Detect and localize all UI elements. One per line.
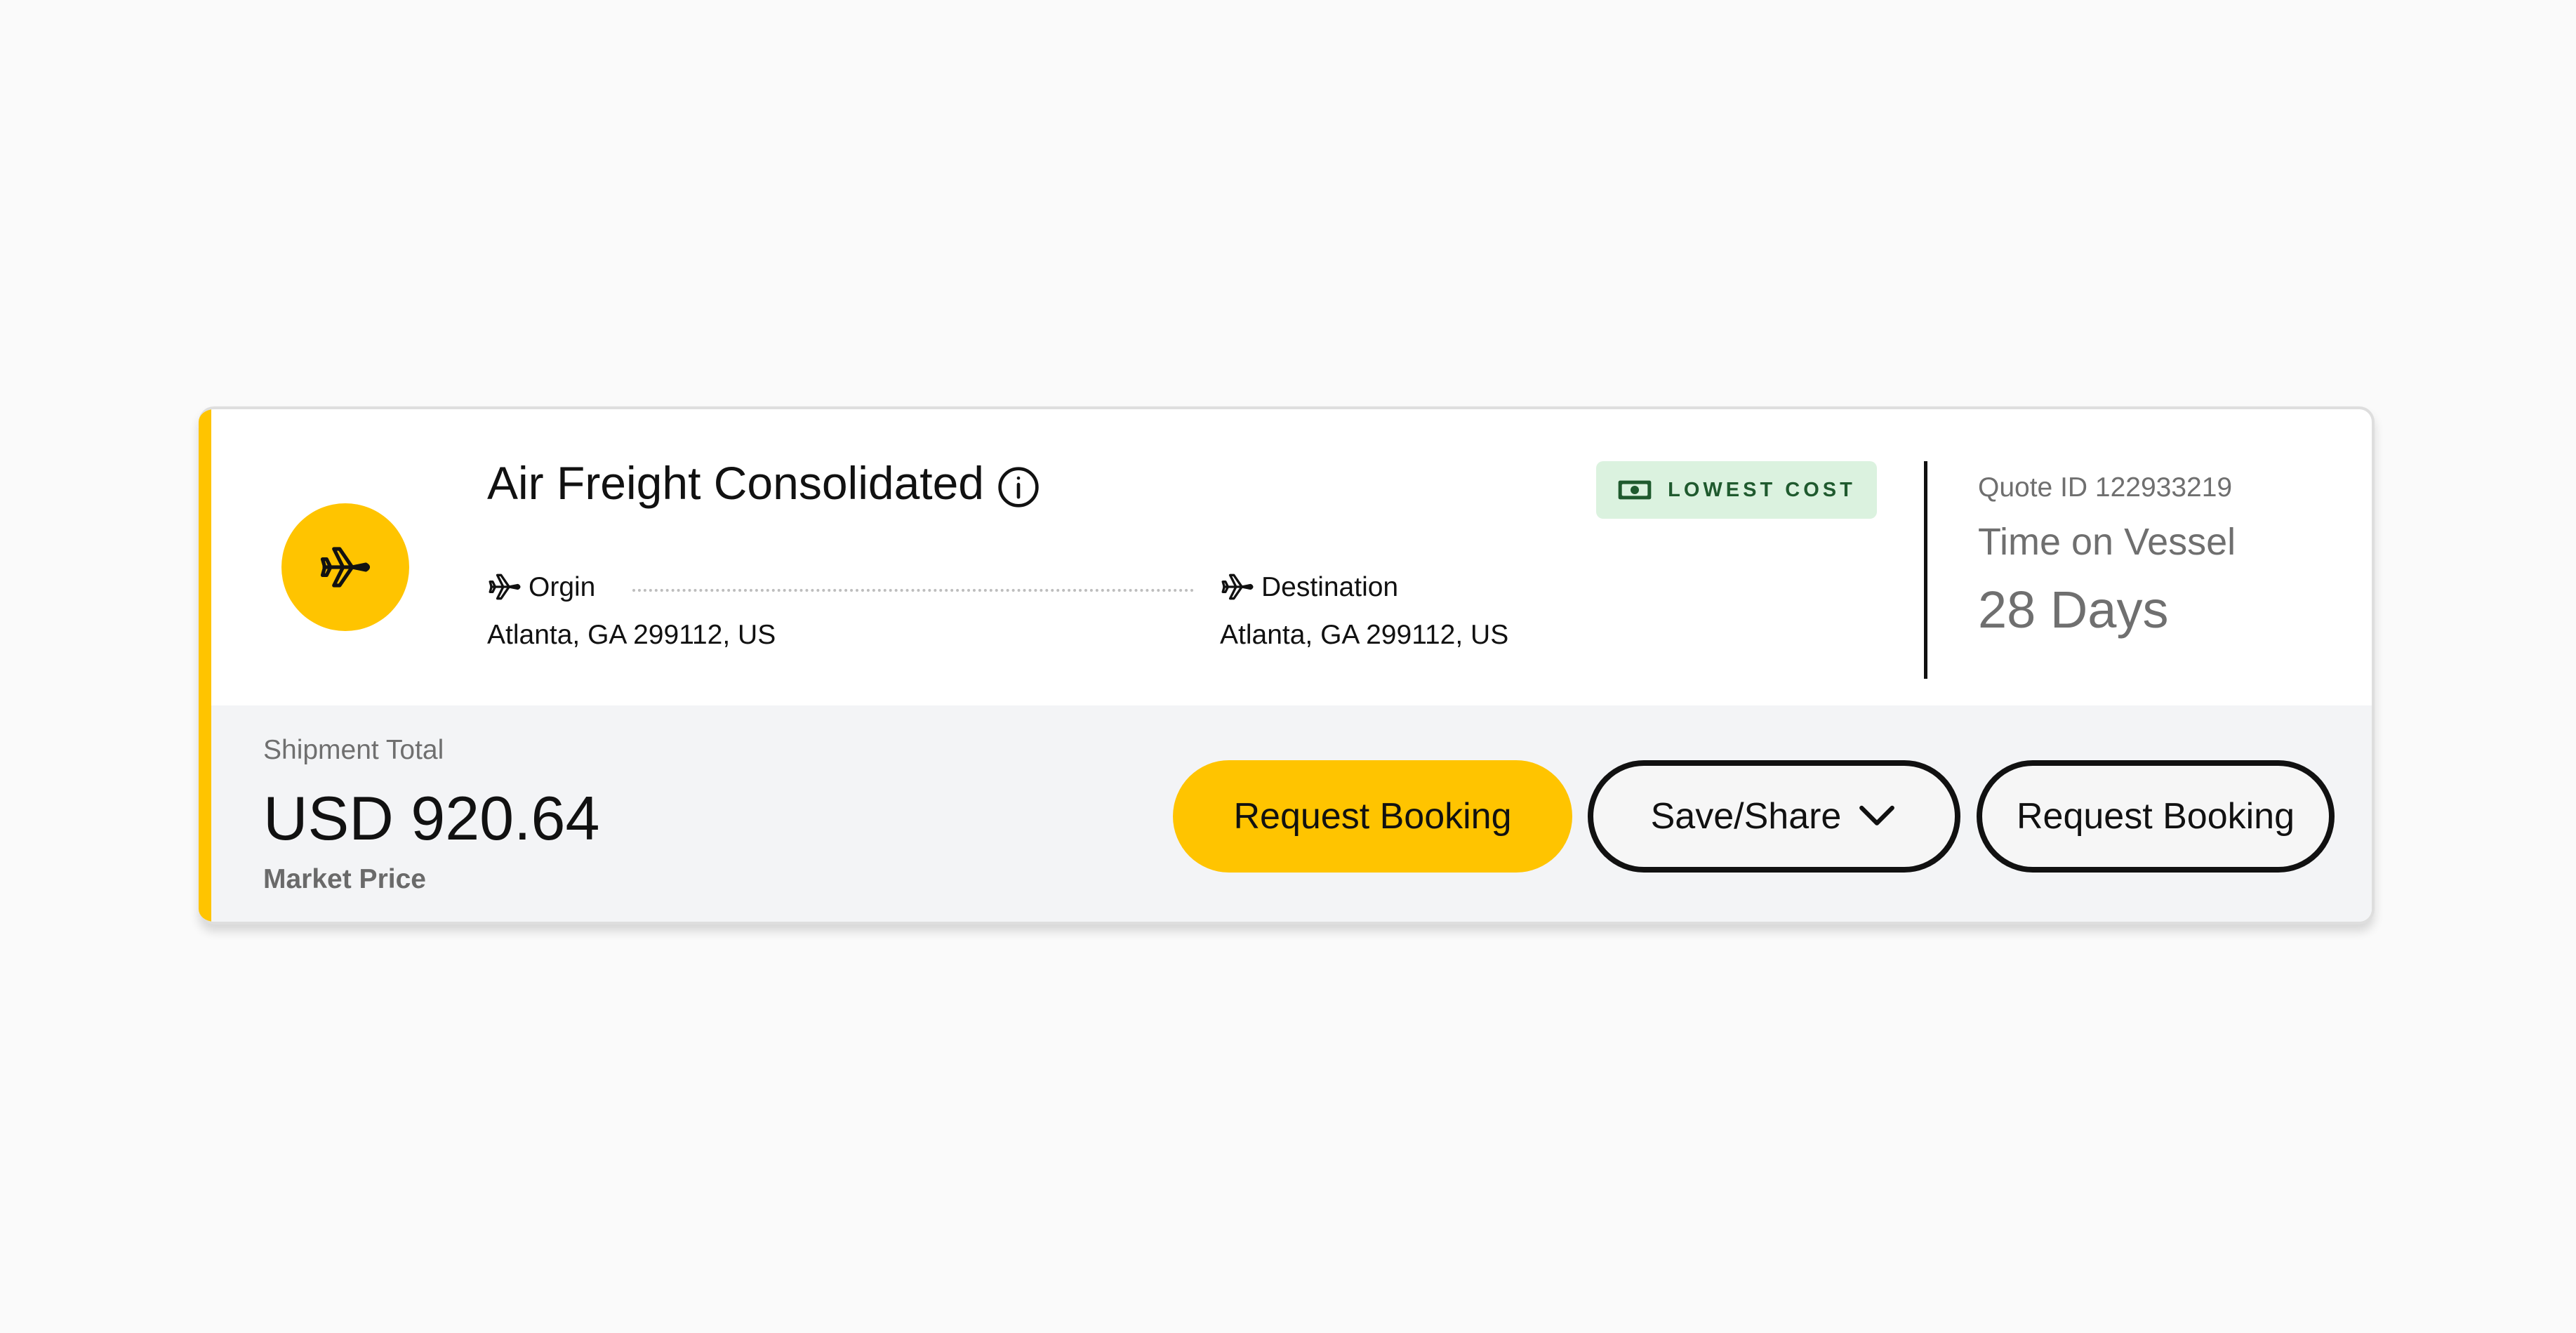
save-share-label: Save/Share [1650,796,1842,837]
route-dotted-line [632,589,1194,592]
shipment-total-label: Shipment Total [263,735,444,765]
request-booking-label: Request Booking [1233,796,1512,837]
card-footer: Shipment Total USD 920.64 Market Price R… [211,705,2372,922]
cash-icon [1618,480,1652,500]
request-booking-secondary-label: Request Booking [2016,796,2295,837]
request-booking-button[interactable]: Request Booking [1173,760,1572,873]
destination-airplane-icon [1221,573,1254,600]
origin-label: Orgin [529,572,596,602]
save-share-button[interactable]: Save/Share [1588,760,1960,873]
request-booking-secondary-button[interactable]: Request Booking [1977,760,2335,873]
quote-card: Air Freight Consolidated LOWEST COST Org… [199,406,2375,924]
badge-label: LOWEST COST [1668,478,1856,501]
quote-id: Quote ID 122933219 [1978,472,2233,503]
market-price-label: Market Price [263,864,426,894]
shipment-total-value: USD 920.64 [263,783,600,853]
lowest-cost-badge: LOWEST COST [1596,461,1877,519]
freight-title: Air Freight Consolidated [487,457,985,509]
time-on-vessel-label: Time on Vessel [1978,521,2236,563]
card-accent-bar [199,409,211,922]
time-on-vessel-value: 28 Days [1978,581,2169,639]
origin-airplane-icon [489,573,521,600]
airplane-icon [320,547,371,588]
freight-mode-badge [281,503,409,631]
info-icon[interactable] [997,465,1040,509]
destination-address: Atlanta, GA 299112, US [1220,620,1509,650]
origin-address: Atlanta, GA 299112, US [487,620,776,650]
chevron-down-icon [1859,805,1895,825]
vertical-divider [1924,461,1927,679]
destination-label: Destination [1261,572,1399,602]
